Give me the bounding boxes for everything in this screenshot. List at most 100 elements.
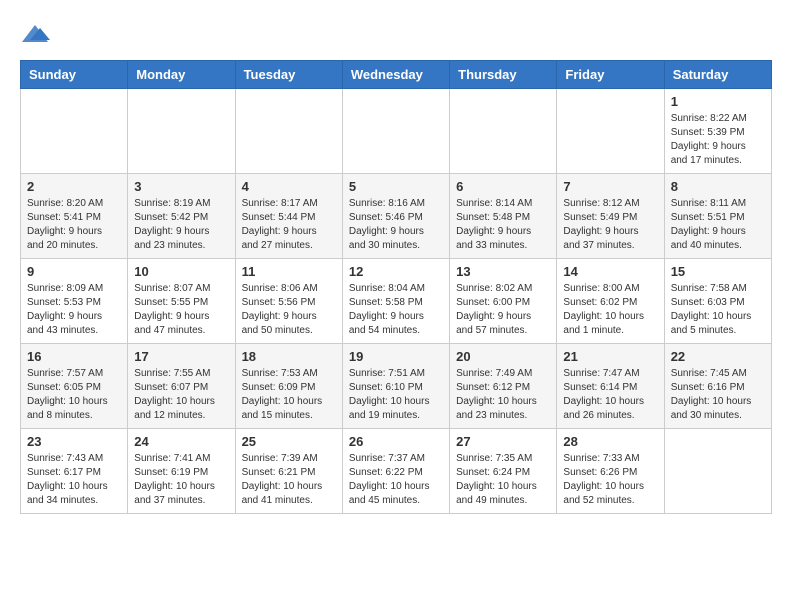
day-info: Sunrise: 8:22 AM Sunset: 5:39 PM Dayligh… (671, 112, 765, 168)
day-number: 11 (242, 264, 336, 279)
day-number: 6 (456, 179, 550, 194)
day-info: Sunrise: 7:58 AM Sunset: 6:03 PM Dayligh… (671, 282, 765, 338)
calendar-cell: 5 Sunrise: 8:16 AM Sunset: 5:46 PM Daylig… (342, 174, 449, 259)
logo-icon (20, 20, 50, 50)
calendar-cell: 18 Sunrise: 7:53 AM Sunset: 6:09 PM Dayli… (235, 344, 342, 429)
calendar-cell: 16 Sunrise: 7:57 AM Sunset: 6:05 PM Dayli… (21, 344, 128, 429)
day-header-friday: Friday (557, 61, 664, 89)
day-info: Sunrise: 8:16 AM Sunset: 5:46 PM Dayligh… (349, 197, 443, 253)
page-header (20, 20, 772, 50)
calendar-cell: 12 Sunrise: 8:04 AM Sunset: 5:58 PM Dayli… (342, 259, 449, 344)
day-info: Sunrise: 8:04 AM Sunset: 5:58 PM Dayligh… (349, 282, 443, 338)
calendar-cell: 2 Sunrise: 8:20 AM Sunset: 5:41 PM Daylig… (21, 174, 128, 259)
day-number: 13 (456, 264, 550, 279)
calendar-cell: 11 Sunrise: 8:06 AM Sunset: 5:56 PM Dayli… (235, 259, 342, 344)
day-info: Sunrise: 7:49 AM Sunset: 6:12 PM Dayligh… (456, 367, 550, 423)
day-number: 23 (27, 434, 121, 449)
day-info: Sunrise: 8:12 AM Sunset: 5:49 PM Dayligh… (563, 197, 657, 253)
calendar-cell: 8 Sunrise: 8:11 AM Sunset: 5:51 PM Daylig… (664, 174, 771, 259)
day-info: Sunrise: 8:06 AM Sunset: 5:56 PM Dayligh… (242, 282, 336, 338)
day-header-wednesday: Wednesday (342, 61, 449, 89)
day-number: 28 (563, 434, 657, 449)
calendar-cell (21, 89, 128, 174)
day-info: Sunrise: 7:45 AM Sunset: 6:16 PM Dayligh… (671, 367, 765, 423)
calendar-cell: 15Sunrise: 7:58 AM Sunset: 6:03 PM Dayli… (664, 259, 771, 344)
calendar-header-row: SundayMondayTuesdayWednesdayThursdayFrid… (21, 61, 772, 89)
day-info: Sunrise: 7:53 AM Sunset: 6:09 PM Dayligh… (242, 367, 336, 423)
calendar-cell (557, 89, 664, 174)
day-header-saturday: Saturday (664, 61, 771, 89)
calendar-cell: 28 Sunrise: 7:33 AM Sunset: 6:26 PM Dayli… (557, 429, 664, 514)
day-info: Sunrise: 7:37 AM Sunset: 6:22 PM Dayligh… (349, 452, 443, 508)
day-number: 27 (456, 434, 550, 449)
day-info: Sunrise: 8:17 AM Sunset: 5:44 PM Dayligh… (242, 197, 336, 253)
day-number: 4 (242, 179, 336, 194)
calendar-cell: 26 Sunrise: 7:37 AM Sunset: 6:22 PM Dayli… (342, 429, 449, 514)
day-info: Sunrise: 7:55 AM Sunset: 6:07 PM Dayligh… (134, 367, 228, 423)
day-info: Sunrise: 8:02 AM Sunset: 6:00 PM Dayligh… (456, 282, 550, 338)
calendar-cell: 25Sunrise: 7:39 AM Sunset: 6:21 PM Dayli… (235, 429, 342, 514)
calendar-cell: 9 Sunrise: 8:09 AM Sunset: 5:53 PM Daylig… (21, 259, 128, 344)
logo (20, 20, 54, 50)
calendar-cell: 23 Sunrise: 7:43 AM Sunset: 6:17 PM Dayli… (21, 429, 128, 514)
day-number: 1 (671, 94, 765, 109)
day-info: Sunrise: 7:57 AM Sunset: 6:05 PM Dayligh… (27, 367, 121, 423)
day-number: 8 (671, 179, 765, 194)
day-header-sunday: Sunday (21, 61, 128, 89)
calendar-cell: 4 Sunrise: 8:17 AM Sunset: 5:44 PM Daylig… (235, 174, 342, 259)
day-number: 22 (671, 349, 765, 364)
week-row-3: 9 Sunrise: 8:09 AM Sunset: 5:53 PM Daylig… (21, 259, 772, 344)
day-number: 18 (242, 349, 336, 364)
day-info: Sunrise: 8:07 AM Sunset: 5:55 PM Dayligh… (134, 282, 228, 338)
day-header-thursday: Thursday (450, 61, 557, 89)
calendar-cell: 20Sunrise: 7:49 AM Sunset: 6:12 PM Dayli… (450, 344, 557, 429)
day-number: 9 (27, 264, 121, 279)
calendar-cell: 3 Sunrise: 8:19 AM Sunset: 5:42 PM Daylig… (128, 174, 235, 259)
day-number: 14 (563, 264, 657, 279)
day-number: 17 (134, 349, 228, 364)
calendar-cell: 27Sunrise: 7:35 AM Sunset: 6:24 PM Dayli… (450, 429, 557, 514)
day-info: Sunrise: 7:47 AM Sunset: 6:14 PM Dayligh… (563, 367, 657, 423)
day-number: 12 (349, 264, 443, 279)
calendar-cell (342, 89, 449, 174)
day-info: Sunrise: 8:09 AM Sunset: 5:53 PM Dayligh… (27, 282, 121, 338)
calendar-cell: 21 Sunrise: 7:47 AM Sunset: 6:14 PM Dayli… (557, 344, 664, 429)
day-info: Sunrise: 7:43 AM Sunset: 6:17 PM Dayligh… (27, 452, 121, 508)
day-info: Sunrise: 8:19 AM Sunset: 5:42 PM Dayligh… (134, 197, 228, 253)
day-info: Sunrise: 8:20 AM Sunset: 5:41 PM Dayligh… (27, 197, 121, 253)
day-info: Sunrise: 7:41 AM Sunset: 6:19 PM Dayligh… (134, 452, 228, 508)
calendar-cell: 19 Sunrise: 7:51 AM Sunset: 6:10 PM Dayli… (342, 344, 449, 429)
day-number: 19 (349, 349, 443, 364)
day-info: Sunrise: 7:51 AM Sunset: 6:10 PM Dayligh… (349, 367, 443, 423)
day-info: Sunrise: 8:14 AM Sunset: 5:48 PM Dayligh… (456, 197, 550, 253)
day-info: Sunrise: 8:11 AM Sunset: 5:51 PM Dayligh… (671, 197, 765, 253)
day-number: 26 (349, 434, 443, 449)
calendar-cell: 22 Sunrise: 7:45 AM Sunset: 6:16 PM Dayli… (664, 344, 771, 429)
calendar-cell: 24 Sunrise: 7:41 AM Sunset: 6:19 PM Dayli… (128, 429, 235, 514)
day-header-monday: Monday (128, 61, 235, 89)
day-header-tuesday: Tuesday (235, 61, 342, 89)
calendar-cell: 6 Sunrise: 8:14 AM Sunset: 5:48 PM Daylig… (450, 174, 557, 259)
calendar-cell: 17 Sunrise: 7:55 AM Sunset: 6:07 PM Dayli… (128, 344, 235, 429)
day-number: 24 (134, 434, 228, 449)
calendar-cell: 13 Sunrise: 8:02 AM Sunset: 6:00 PM Dayli… (450, 259, 557, 344)
calendar-cell: 14 Sunrise: 8:00 AM Sunset: 6:02 PM Dayli… (557, 259, 664, 344)
day-number: 3 (134, 179, 228, 194)
week-row-5: 23 Sunrise: 7:43 AM Sunset: 6:17 PM Dayli… (21, 429, 772, 514)
week-row-2: 2 Sunrise: 8:20 AM Sunset: 5:41 PM Daylig… (21, 174, 772, 259)
day-number: 21 (563, 349, 657, 364)
calendar-cell: 7 Sunrise: 8:12 AM Sunset: 5:49 PM Daylig… (557, 174, 664, 259)
day-info: Sunrise: 7:33 AM Sunset: 6:26 PM Dayligh… (563, 452, 657, 508)
calendar-table: SundayMondayTuesdayWednesdayThursdayFrid… (20, 60, 772, 514)
day-number: 16 (27, 349, 121, 364)
day-info: Sunrise: 7:39 AM Sunset: 6:21 PM Dayligh… (242, 452, 336, 508)
day-number: 10 (134, 264, 228, 279)
calendar-cell (235, 89, 342, 174)
week-row-1: 1 Sunrise: 8:22 AM Sunset: 5:39 PM Daylig… (21, 89, 772, 174)
calendar-cell: 1 Sunrise: 8:22 AM Sunset: 5:39 PM Daylig… (664, 89, 771, 174)
day-number: 2 (27, 179, 121, 194)
day-number: 7 (563, 179, 657, 194)
day-number: 5 (349, 179, 443, 194)
calendar-cell: 10 Sunrise: 8:07 AM Sunset: 5:55 PM Dayli… (128, 259, 235, 344)
day-info: Sunrise: 8:00 AM Sunset: 6:02 PM Dayligh… (563, 282, 657, 338)
